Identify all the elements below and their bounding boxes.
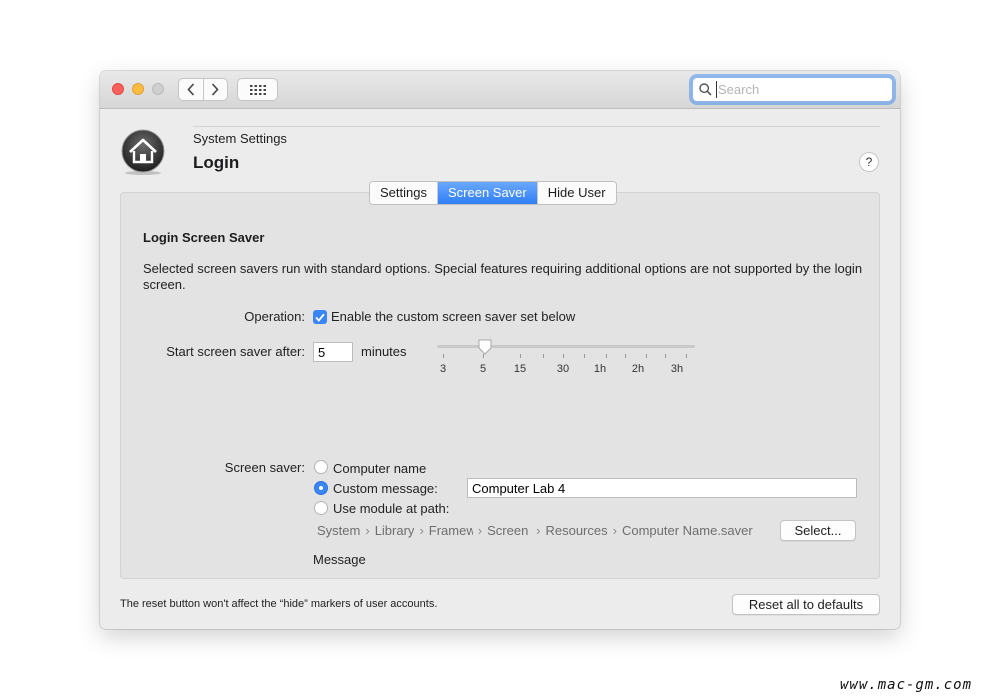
slider-tick xyxy=(584,354,585,358)
path-segment[interactable]: Screen xyxy=(487,523,531,538)
minutes-unit-label: minutes xyxy=(361,344,407,359)
forward-button[interactable] xyxy=(202,79,228,100)
login-home-icon xyxy=(120,129,166,175)
slider-tick-label: 3h xyxy=(670,363,684,375)
operation-label: Operation: xyxy=(244,309,305,324)
custom-message-option-label[interactable]: Custom message: xyxy=(333,481,438,496)
slider-tick xyxy=(646,354,647,358)
search-field[interactable] xyxy=(692,77,893,102)
custom-message-radio[interactable] xyxy=(314,481,328,495)
slider-tick xyxy=(520,354,521,358)
tab-screen-saver[interactable]: Screen Saver xyxy=(436,182,537,204)
slider-tick xyxy=(543,354,544,358)
title-bar xyxy=(100,71,900,109)
close-window-button[interactable] xyxy=(112,83,124,95)
path-segment[interactable]: Library xyxy=(375,523,415,538)
module-path-control[interactable]: System › Library › Framew › Screen › Res… xyxy=(317,523,753,538)
module-path-option-label[interactable]: Use module at path: xyxy=(333,501,449,516)
start-after-minutes-field[interactable] xyxy=(313,342,353,362)
page-title: Login xyxy=(193,153,240,172)
select-module-button[interactable]: Select... xyxy=(780,520,856,541)
tab-settings[interactable]: Settings xyxy=(370,182,437,204)
path-segment[interactable]: Computer Name.saver xyxy=(622,523,753,538)
slider-tick xyxy=(665,354,666,358)
slider-tick-label: 3 xyxy=(439,363,447,375)
tab-hide-user[interactable]: Hide User xyxy=(536,182,616,204)
slider-tick-label: 2h xyxy=(631,363,645,375)
computer-name-radio[interactable] xyxy=(314,460,328,474)
slider-tick xyxy=(563,354,564,358)
tab-content-panel xyxy=(120,192,880,579)
slider-tick-label: 30 xyxy=(556,363,570,375)
path-segment[interactable]: Framew xyxy=(429,523,473,538)
screen-saver-label: Screen saver: xyxy=(224,460,305,475)
tab-bar: Settings Screen Saver Hide User xyxy=(369,181,617,205)
start-after-slider[interactable]: 3 5 15 30 1h 2h 3h xyxy=(435,336,697,376)
slider-track xyxy=(437,345,695,348)
slider-thumb[interactable] xyxy=(478,339,492,355)
chevron-left-icon xyxy=(187,83,194,96)
path-separator-icon: › xyxy=(536,523,541,538)
grid-icon xyxy=(249,84,266,95)
help-button[interactable]: ? xyxy=(859,152,879,172)
chevron-right-icon xyxy=(212,83,219,96)
reset-defaults-button[interactable]: Reset all to defaults xyxy=(732,594,880,615)
slider-tick-label: 15 xyxy=(513,363,527,375)
slider-tick xyxy=(686,354,687,358)
preferences-window: System Settings Login ? Settings Screen … xyxy=(100,71,900,629)
search-input[interactable] xyxy=(716,81,880,98)
path-separator-icon: › xyxy=(612,523,617,538)
back-button[interactable] xyxy=(179,79,203,100)
message-caption: Message xyxy=(313,552,366,567)
enable-custom-saver-label[interactable]: Enable the custom screen saver set below xyxy=(331,309,575,324)
computer-name-option-label[interactable]: Computer name xyxy=(333,461,426,476)
path-separator-icon: › xyxy=(365,523,370,538)
navigation-buttons xyxy=(178,78,228,101)
start-after-label: Start screen saver after: xyxy=(166,344,305,359)
header-divider xyxy=(193,126,880,127)
show-all-button[interactable] xyxy=(237,78,278,101)
slider-tick xyxy=(625,354,626,358)
reset-note: The reset button won't affect the “hide”… xyxy=(120,598,438,610)
breadcrumb-system-settings: System Settings xyxy=(193,131,287,146)
slider-tick xyxy=(443,354,444,358)
slider-tick-label: 5 xyxy=(479,363,487,375)
path-segment[interactable]: Resources xyxy=(545,523,607,538)
slider-tick-label: 1h xyxy=(593,363,607,375)
path-segment[interactable]: System xyxy=(317,523,360,538)
minimize-window-button[interactable] xyxy=(132,83,144,95)
watermark-text: www.mac-gm.com xyxy=(840,677,973,693)
slider-tick xyxy=(606,354,607,358)
path-separator-icon: › xyxy=(419,523,424,538)
section-description: Selected screen savers run with standard… xyxy=(143,261,863,292)
module-path-radio[interactable] xyxy=(314,501,328,515)
path-separator-icon: › xyxy=(477,523,483,538)
enable-custom-saver-checkbox[interactable] xyxy=(313,310,327,324)
zoom-window-button[interactable] xyxy=(152,83,164,95)
search-icon xyxy=(699,83,712,96)
custom-message-field[interactable] xyxy=(467,478,857,498)
checkmark-icon xyxy=(315,313,325,322)
section-title: Login Screen Saver xyxy=(143,230,265,245)
